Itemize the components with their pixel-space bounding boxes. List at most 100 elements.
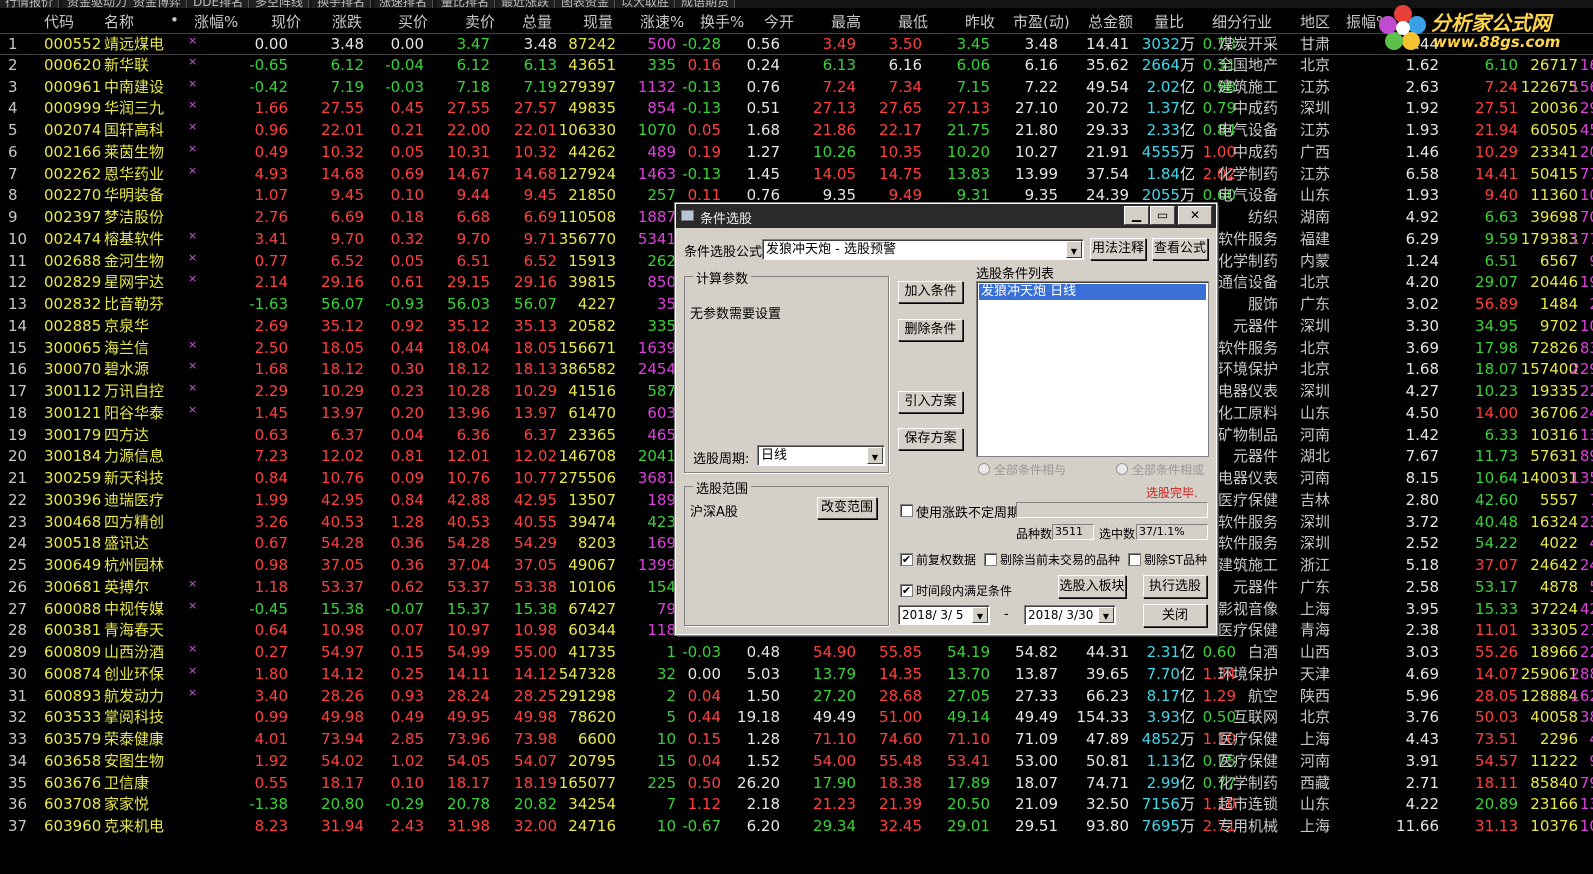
maximize-button[interactable]: ▭ — [1150, 206, 1175, 225]
cell-cur: 257 — [647, 186, 676, 205]
tab-10[interactable]: 以大取胜 — [616, 0, 676, 8]
condition-list-item[interactable]: 发狼冲天炮 日线 — [979, 284, 1206, 300]
cell-bid: 56.03 — [447, 295, 490, 313]
tab-0[interactable]: 行情报价 — [0, 0, 60, 8]
header-high[interactable]: 最高 — [831, 11, 861, 32]
header-pe[interactable]: 市盈(动) — [1013, 11, 1070, 32]
header-reg[interactable]: 地区 — [1300, 11, 1330, 32]
tab-11[interactable]: 成语期货 — [676, 0, 736, 8]
condition-list[interactable]: 发狼冲天炮 日线 — [976, 281, 1209, 457]
header-ind[interactable]: 细分行业 — [1212, 11, 1272, 32]
date-from-picker[interactable]: 2018/ 3/ 5 ▼ — [898, 605, 990, 625]
view-formula-button[interactable]: 查看公式 — [1152, 238, 1208, 260]
tab-3[interactable]: DDE排名 — [188, 0, 250, 8]
cell-prev: 18.07 — [1015, 773, 1058, 792]
minimize-button[interactable]: ▁ — [1124, 206, 1149, 225]
table-row[interactable]: 6 002166 莱茵生物 × 0.49 10.32 0.05 10.31 10.32 44262… — [0, 142, 1593, 164]
header-open[interactable]: 今开 — [764, 11, 794, 32]
table-row[interactable]: 5 002074 国轩高科 × 0.96 22.01 0.21 22.00 22.01 10633… — [0, 120, 1593, 142]
date-to-picker[interactable]: 2018/ 3/30 ▼ — [1024, 605, 1116, 625]
chevron-down-icon[interactable]: ▼ — [972, 607, 988, 623]
cell-name: 掌阅科技 — [104, 708, 165, 727]
table-row[interactable]: 35 603676 卫信康 0.55 18.17 0.10 18.17 18.19 165077… — [0, 773, 1593, 795]
table-row[interactable]: 1 000552 靖远煤电 × 0.00 3.48 0.00 3.47 3.48 87242 500… — [0, 33, 1593, 55]
cell-ind: 中成药 — [1232, 99, 1278, 118]
usage-notes-button[interactable]: 用法注释 — [1090, 238, 1146, 260]
cell-price: 14.12 — [321, 664, 364, 683]
exclude-untraded-checkbox[interactable] — [984, 553, 997, 566]
table-row[interactable]: 3 000961 中南建设 × -0.42 7.19 -0.03 7.18 7.19 279397… — [0, 77, 1593, 99]
header-name[interactable]: 名称 — [104, 11, 134, 32]
table-row[interactable]: 30 600874 创业环保 × 1.80 14.12 0.25 14.11 14.12 5473… — [0, 664, 1593, 686]
radio-or[interactable] — [1116, 463, 1128, 475]
header-ask[interactable]: 卖价 — [465, 11, 495, 32]
save-plan-button[interactable]: 保存方案 — [898, 428, 963, 450]
cell-cur: 262 — [647, 251, 676, 270]
table-row[interactable]: 33 603579 荣泰健康 4.01 73.94 2.85 73.96 73.98 6600 1… — [0, 729, 1593, 751]
cell-cur: 118 — [647, 621, 676, 640]
tab-7[interactable]: 量比排名 — [436, 0, 496, 8]
header-dot[interactable]: • — [170, 11, 179, 29]
table-row[interactable]: 37 603960 克来机电 8.23 31.94 2.43 31.98 32.00 24716… — [0, 816, 1593, 838]
header-low[interactable]: 最低 — [898, 11, 928, 32]
period-select[interactable]: 日线 ▼ — [757, 445, 885, 466]
tab-5[interactable]: 换手排名 — [312, 0, 372, 8]
cell-vol: 279397 — [558, 77, 616, 96]
header-cur[interactable]: 现量 — [583, 11, 613, 32]
cell-idx: 33 — [8, 730, 28, 748]
tab-4[interactable]: 多空阵线 — [250, 0, 310, 8]
header-vr[interactable]: 量比 — [1154, 11, 1184, 32]
cell-amp: 2.80 — [1405, 490, 1439, 509]
close-button[interactable]: 关闭 — [1143, 604, 1207, 627]
table-row[interactable]: 4 000999 华润三九 × 1.66 27.55 0.45 27.55 27.57 49835… — [0, 98, 1593, 120]
table-row[interactable]: 7 002262 恩华药业 × 4.93 14.68 0.69 14.67 14.68 12792… — [0, 164, 1593, 186]
header-diff[interactable]: 涨跌 — [332, 11, 362, 32]
header-vol[interactable]: 总量 — [522, 11, 552, 32]
tab-9[interactable]: 图表资金 — [556, 0, 616, 8]
add-condition-button[interactable]: 加入条件 — [898, 281, 963, 303]
delete-condition-button[interactable]: 删除条件 — [898, 319, 963, 341]
chevron-down-icon[interactable]: ▼ — [1098, 607, 1114, 623]
cell-pe: 74.71 — [1086, 773, 1129, 792]
formula-select[interactable]: 发狼冲天炮 - 选股预警 ▼ — [762, 239, 1084, 260]
table-row[interactable]: 31 600893 航发动力 × 3.40 28.26 0.93 28.24 28.25 2912… — [0, 686, 1593, 708]
use-period-checkbox[interactable] — [900, 504, 913, 517]
header-spd[interactable]: 涨速% — [640, 11, 684, 32]
header-turn[interactable]: 换手% — [700, 11, 744, 32]
header-price[interactable]: 现价 — [271, 11, 301, 32]
tab-1[interactable]: 资金驱动力 — [62, 0, 134, 8]
exclude-st-checkbox[interactable] — [1128, 553, 1141, 566]
header-code[interactable]: 代码 — [44, 11, 74, 32]
cell-ask: 53.38 — [514, 577, 557, 596]
cell-bid: 12.01 — [447, 447, 490, 466]
header-chg[interactable]: 涨幅% — [194, 11, 238, 32]
cell-amp: 11.66 — [1396, 817, 1439, 835]
cell-diff: 0.23 — [390, 382, 424, 400]
cell-spd: 0.16 — [687, 55, 721, 74]
table-row[interactable]: 34 603658 安图生物 1.92 54.02 1.02 54.05 54.07 20795… — [0, 751, 1593, 773]
header-bid[interactable]: 买价 — [398, 11, 428, 32]
table-row[interactable]: 36 603708 家家悦 -1.38 20.80 -0.29 20.78 20.82 3425… — [0, 794, 1593, 816]
header-amt[interactable]: 总金额 — [1088, 11, 1133, 32]
tab-2[interactable]: 资金博弈 — [128, 0, 188, 8]
table-row[interactable]: 32 603533 掌阅科技 0.99 49.98 0.49 49.95 49.98 78620… — [0, 707, 1593, 729]
cell-reg: 湖北 — [1300, 447, 1331, 466]
execute-select-button[interactable]: 执行选股 — [1143, 575, 1207, 598]
radio-and[interactable] — [978, 463, 990, 475]
chevron-down-icon[interactable]: ▼ — [1066, 241, 1082, 258]
change-range-button[interactable]: 改变范围 — [817, 497, 877, 519]
tab-8[interactable]: 最近涨跌 — [496, 0, 556, 8]
tab-6[interactable]: 涨速排名 — [374, 0, 434, 8]
table-row[interactable]: 29 600809 山西汾酒 × 0.27 54.97 0.15 54.99 55.00 4173… — [0, 642, 1593, 664]
dialog-title-bar[interactable]: 条件选股 ▁ ▭ ✕ — [676, 204, 1216, 228]
import-plan-button[interactable]: 引入方案 — [898, 391, 963, 413]
header-prev[interactable]: 昨收 — [965, 11, 995, 32]
close-x-button[interactable]: ✕ — [1178, 206, 1212, 225]
fq-checkbox[interactable]: ✔ — [900, 553, 913, 566]
cell-prev: 7.22 — [1024, 77, 1058, 96]
time-cond-checkbox[interactable]: ✔ — [900, 584, 913, 597]
chevron-down-icon[interactable]: ▼ — [867, 447, 883, 464]
cell-price: 42.95 — [321, 490, 364, 509]
to-block-button[interactable]: 选股入板块 — [1058, 575, 1126, 598]
table-row[interactable]: 2 000620 新华联 × -0.65 6.12 -0.04 6.12 6.13 43651 33… — [0, 55, 1593, 77]
